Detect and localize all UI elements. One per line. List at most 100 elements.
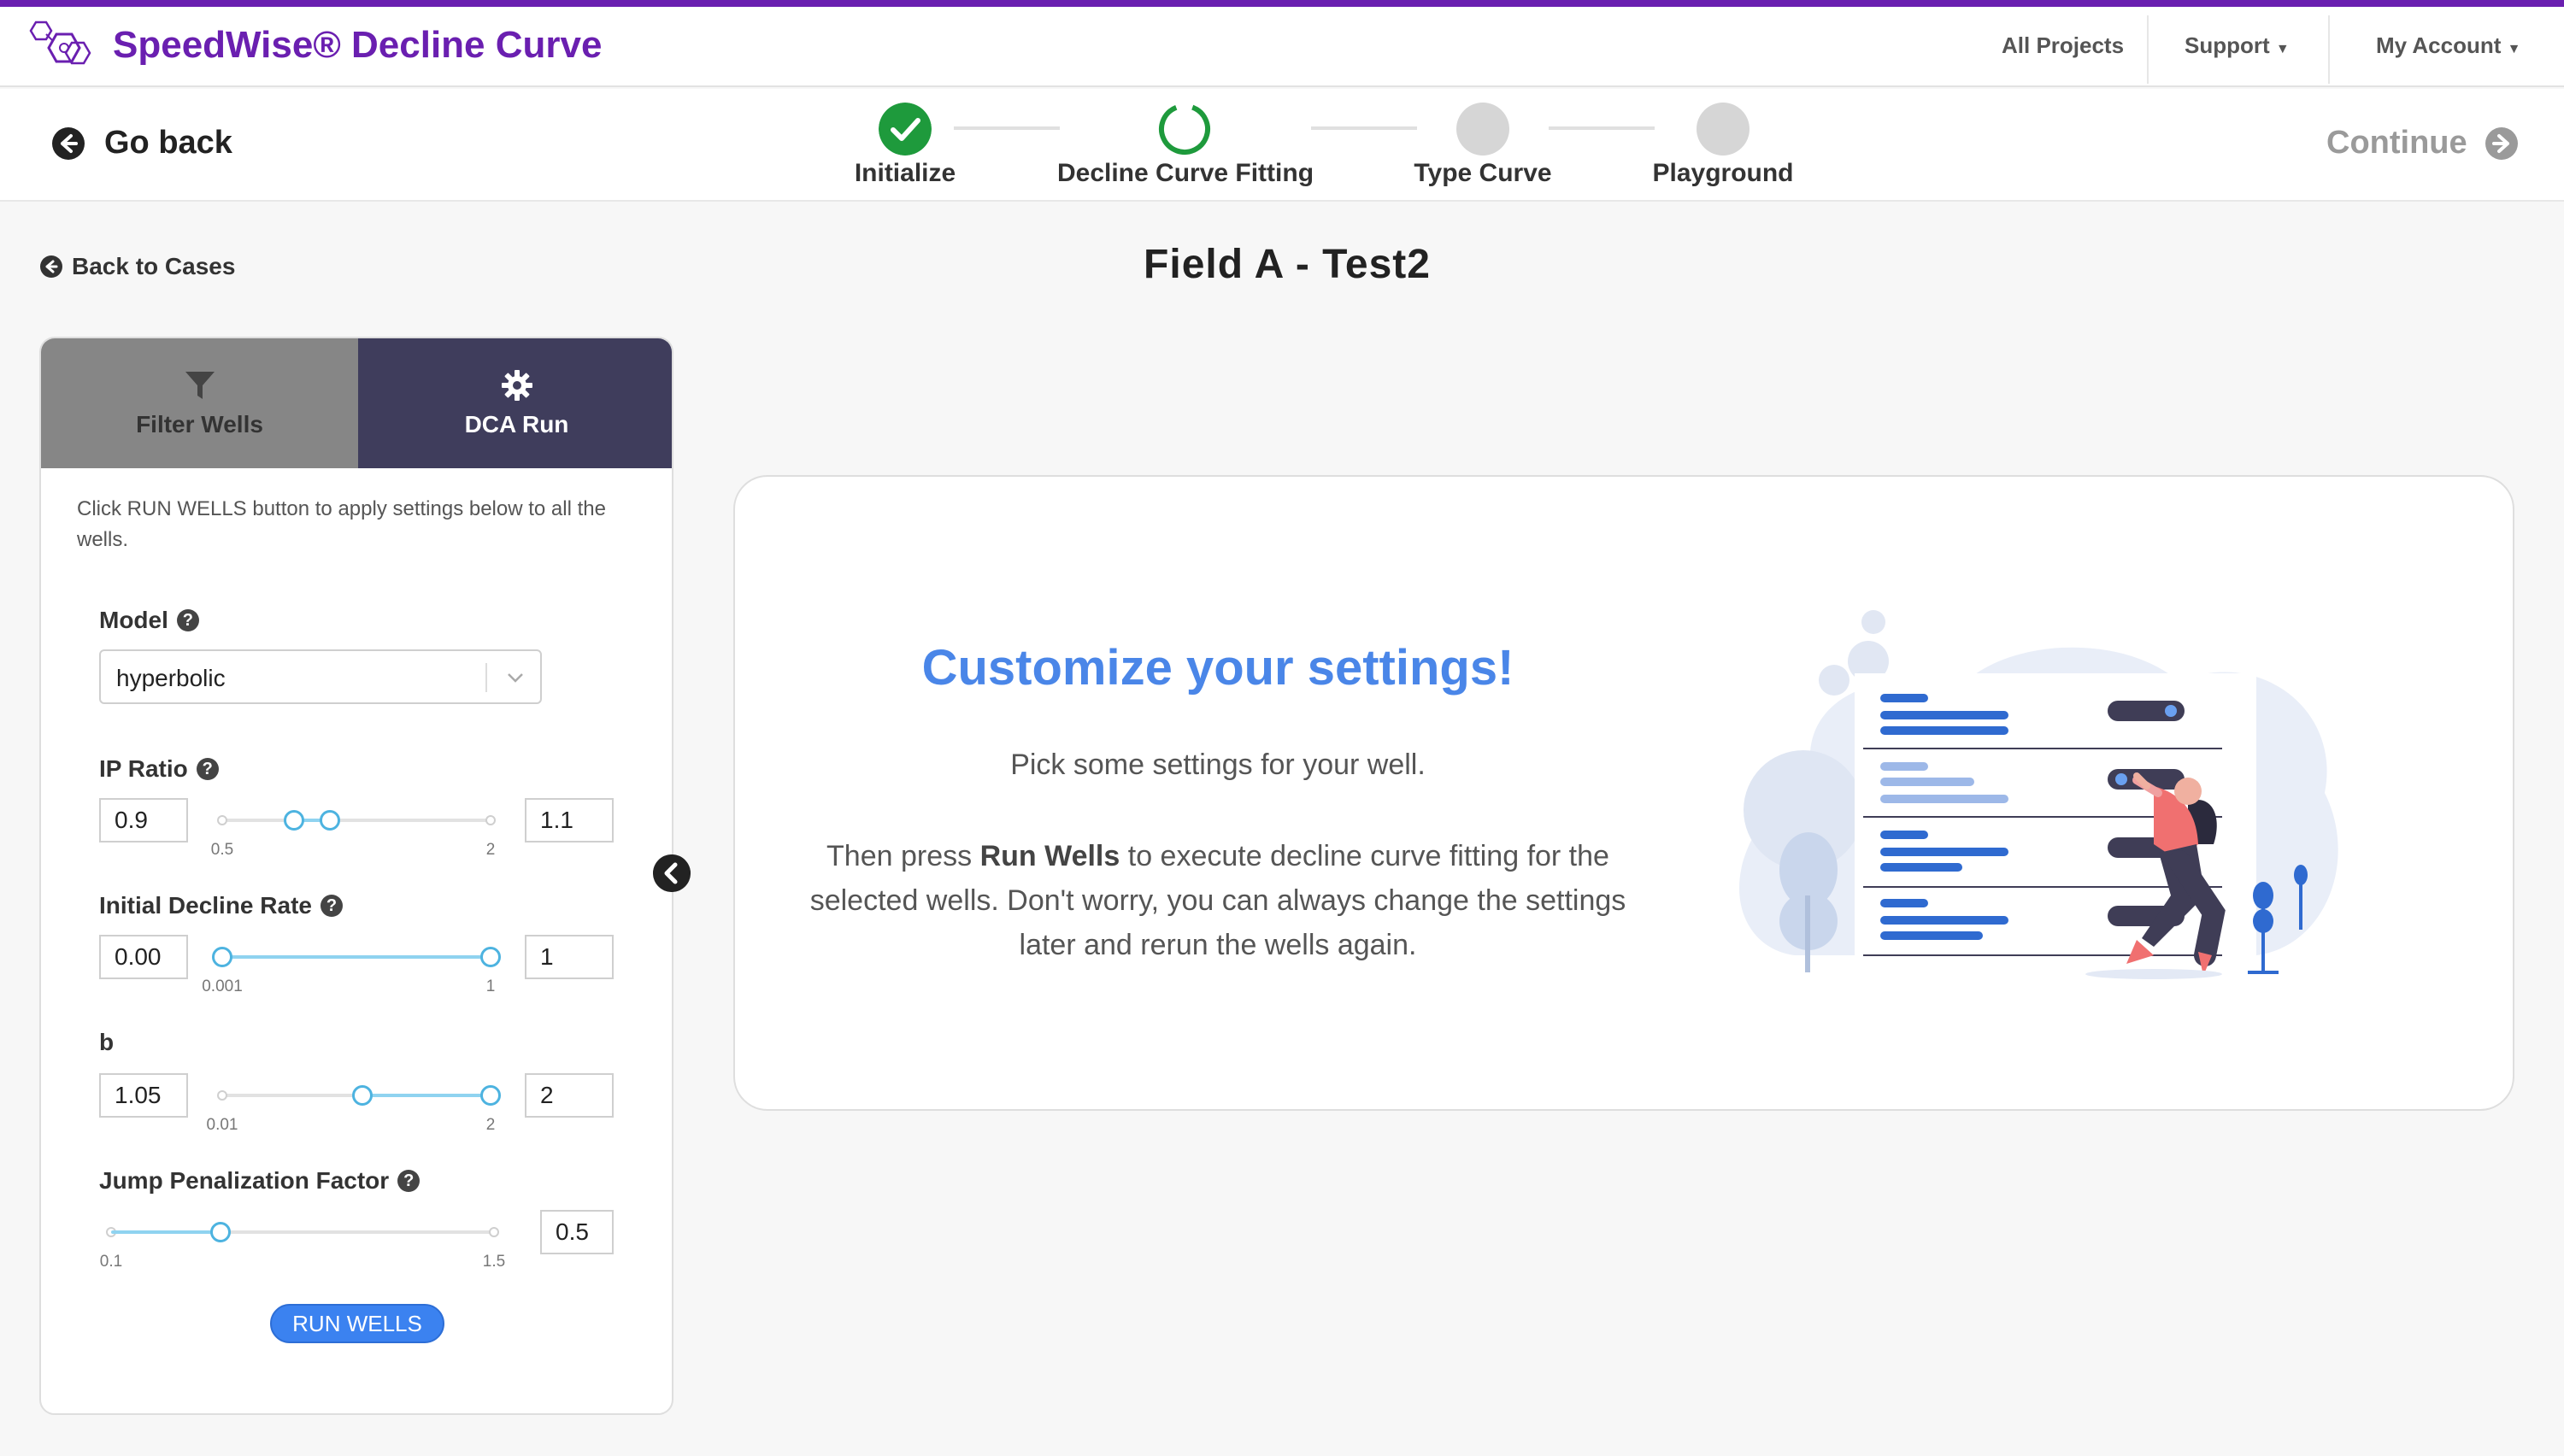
step-label-decline-curve-fitting[interactable]: Decline Curve Fitting [1057,159,1314,188]
gear-icon [501,370,532,401]
help-icon[interactable]: ? [196,758,219,780]
arrow-right-circle-icon [2485,126,2518,160]
b-range-max: 2 [485,1116,496,1134]
slider-handle[interactable] [210,1222,231,1242]
jump-penalization-label: Jump Penalization Factor ? [99,1167,420,1195]
ip-ratio-label-text: IP Ratio [99,755,188,782]
jump-penalization-label-text: Jump Penalization Factor [99,1167,390,1194]
ip-ratio-max-input[interactable]: 1.1 [525,798,614,842]
slider-end-dot [217,815,227,825]
slider-min-handle[interactable] [283,810,304,831]
run-wells-button[interactable]: RUN WELLS [270,1304,444,1343]
card-title: Customize your settings! [921,640,1514,696]
go-back-label: Go back [104,125,232,161]
slider-max-handle[interactable] [480,1085,501,1106]
app-header: SpeedWise® Decline Curve All Projects Su… [0,7,2564,87]
nav-divider [2328,15,2330,84]
slider-end-dot [217,1090,227,1101]
model-select-value: hyperbolic [116,665,226,691]
ip-ratio-range-max: 2 [485,841,496,859]
slider-min-handle[interactable] [212,947,232,967]
model-label: Model ? [99,607,199,634]
step-pending-circle-icon[interactable] [1456,103,1509,156]
step-connector [954,126,1060,130]
filter-icon [185,372,215,399]
card-subtitle: Pick some settings for your well. [1010,749,1426,781]
model-label-text: Model [99,607,168,633]
slider-max-handle[interactable] [480,947,501,967]
back-to-cases-label: Back to Cases [72,253,236,279]
ip-ratio-range-min: 0.5 [210,841,234,859]
my-account-menu[interactable]: My Account ▼ [2376,32,2520,59]
initial-decline-rate-label-text: Initial Decline Rate [99,892,312,919]
step-pending-circle-icon[interactable] [1697,103,1750,156]
slider-track[interactable] [222,819,491,822]
tab-dca-run[interactable]: DCA Run [358,338,672,468]
initial-decline-rate-label: Initial Decline Rate ? [99,892,343,919]
slider-min-handle[interactable] [352,1085,373,1106]
card-body-bold: Run Wells [979,840,1120,872]
tab-label: DCA Run [464,411,569,437]
settings-panel: Filter Wells DCA Run Click RUN WELLS but… [39,337,673,1415]
step-label-playground[interactable]: Playground [1652,159,1793,188]
ip-ratio-min-input[interactable]: 0.9 [99,798,188,842]
step-in-progress-spinner-icon[interactable] [1158,103,1211,156]
initial-decline-rate-min-input[interactable]: 0.00 [99,935,188,979]
model-select[interactable]: hyperbolic [99,649,542,704]
initial-decline-rate-range-min: 0.001 [202,978,243,995]
card-body-pre: Then press [826,840,980,872]
my-account-label: My Account [2376,32,2502,58]
brand-title[interactable]: SpeedWise® Decline Curve [113,24,602,67]
b-min-input[interactable]: 1.05 [99,1073,188,1118]
all-projects-link[interactable]: All Projects [2002,32,2124,59]
slider-fill [222,955,491,959]
step-connector [1311,126,1417,130]
initial-decline-rate-range-max: 1 [485,978,496,995]
slider-end-dot [489,1227,499,1237]
jump-penalization-input[interactable]: 0.5 [540,1210,614,1254]
help-icon[interactable]: ? [176,609,199,631]
panel-hint-text: Click RUN WELLS button to apply settings… [77,497,606,551]
tab-label: Filter Wells [136,411,263,437]
jump-penalization-range-min: 0.1 [99,1253,123,1271]
arrow-left-circle-icon [40,255,62,278]
support-menu[interactable]: Support ▼ [2185,32,2290,59]
ip-ratio-label: IP Ratio ? [99,755,219,783]
caret-down-icon: ▼ [2507,42,2521,56]
slider-fill [111,1230,221,1234]
b-max-input[interactable]: 2 [525,1073,614,1118]
slider-end-dot [485,815,496,825]
arrow-left-circle-icon [52,126,85,160]
continue-label: Continue [2326,125,2467,161]
select-divider [485,663,487,692]
caret-down-icon: ▼ [2275,42,2290,56]
step-connector [1549,126,1655,130]
help-icon[interactable]: ? [397,1170,420,1192]
b-label: b [99,1029,114,1056]
panel-tabs: Filter Wells DCA Run [41,338,672,468]
step-label-initialize[interactable]: Initialize [855,159,956,188]
info-card: Customize your settings! Pick some setti… [733,475,2514,1111]
card-body-text: Then press Run Wells to execute decline … [778,834,1658,967]
go-back-button[interactable]: Go back [51,125,232,161]
slider-max-handle[interactable] [319,810,340,831]
top-accent-bar [0,0,2564,7]
settings-illustration [1739,610,2338,979]
step-bar: Go back Initialize Decline Curve Fitting… [0,89,2564,202]
nav-divider [2147,15,2149,84]
b-label-text: b [99,1029,115,1055]
tab-filter-wells[interactable]: Filter Wells [41,338,358,468]
chevron-down-icon [508,673,523,683]
initial-decline-rate-max-input[interactable]: 1 [525,935,614,979]
jump-penalization-range-max: 1.5 [482,1253,506,1271]
slider-fill [362,1094,491,1097]
step-complete-check-icon[interactable] [879,103,932,156]
collapse-panel-chevron-left-icon[interactable] [653,854,691,892]
hexagon-molecule-logo-icon[interactable] [19,17,96,77]
support-label: Support [2185,32,2270,58]
back-to-cases-link[interactable]: Back to Cases [39,253,235,280]
continue-button[interactable]: Continue [2326,125,2519,161]
step-label-type-curve[interactable]: Type Curve [1414,159,1551,188]
help-icon[interactable]: ? [320,895,343,917]
page-title: Field A - Test2 [1144,242,1431,287]
